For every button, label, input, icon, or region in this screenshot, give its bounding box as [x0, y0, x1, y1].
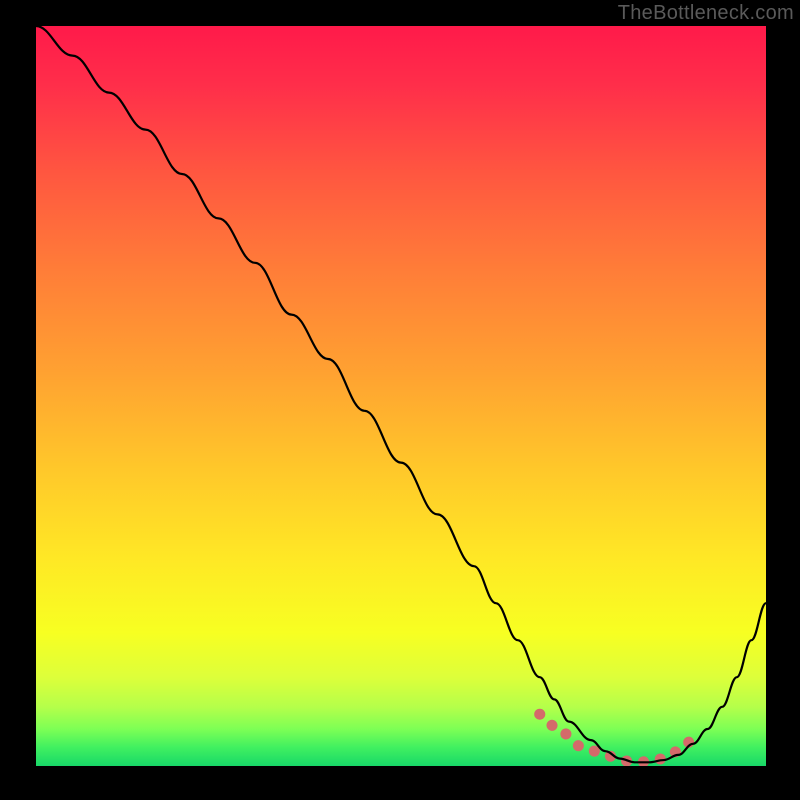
watermark-text: TheBottleneck.com — [618, 2, 794, 25]
plot-area — [36, 26, 766, 766]
optimal-region-dots — [540, 714, 693, 762]
bottleneck-curve-line — [36, 26, 766, 762]
curve-layer — [36, 26, 766, 766]
